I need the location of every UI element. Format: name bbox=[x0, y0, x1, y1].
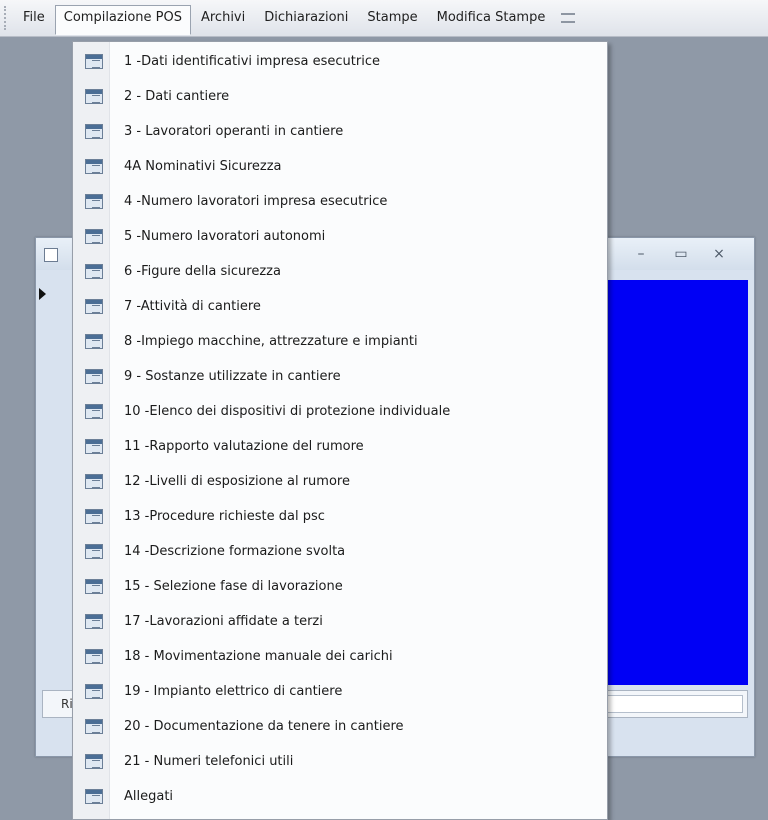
menu-item-lavoratori-operanti[interactable]: 3 - Lavoratori operanti in cantiere bbox=[73, 115, 607, 148]
menu-item-movimentazione-carichi[interactable]: 18 - Movimentazione manuale dei carichi bbox=[73, 640, 607, 673]
form-icon bbox=[85, 649, 103, 664]
menu-item-label: 19 - Impianto elettrico di cantiere bbox=[124, 684, 343, 699]
menu-item-nominativi-sicurezza[interactable]: 4A Nominativi Sicurezza bbox=[73, 150, 607, 183]
menu-archivi[interactable]: Archivi bbox=[192, 5, 254, 31]
menu-item-procedure-psc[interactable]: 13 -Procedure richieste dal psc bbox=[73, 500, 607, 533]
close-icon[interactable]: × bbox=[706, 244, 732, 264]
form-icon bbox=[85, 474, 103, 489]
minimize-icon[interactable]: – bbox=[628, 244, 654, 264]
menu-item-numero-lavoratori-autonomi[interactable]: 5 -Numero lavoratori autonomi bbox=[73, 220, 607, 253]
menu-item-dati-cantiere[interactable]: 2 - Dati cantiere bbox=[73, 80, 607, 113]
menu-item-label: 10 -Elenco dei dispositivi di protezione… bbox=[124, 404, 451, 419]
menu-item-fase-lavorazione[interactable]: 15 - Selezione fase di lavorazione bbox=[73, 570, 607, 603]
blue-content-pane bbox=[596, 280, 748, 685]
menu-item-label: 1 -Dati identificativi impresa esecutric… bbox=[124, 54, 380, 69]
form-icon bbox=[85, 89, 103, 104]
menu-item-formazione[interactable]: 14 -Descrizione formazione svolta bbox=[73, 535, 607, 568]
menu-item-documentazione[interactable]: 20 - Documentazione da tenere in cantier… bbox=[73, 710, 607, 743]
menu-bar: File Compilazione POS Archivi Dichiarazi… bbox=[0, 0, 768, 37]
menu-item-label: 9 - Sostanze utilizzate in cantiere bbox=[124, 369, 341, 384]
record-selector-icon bbox=[39, 288, 46, 300]
menu-stampe[interactable]: Stampe bbox=[358, 5, 426, 31]
menu-file[interactable]: File bbox=[14, 5, 54, 31]
toolbar-grip[interactable] bbox=[4, 6, 14, 30]
menu-item-label: 13 -Procedure richieste dal psc bbox=[124, 509, 325, 524]
menu-item-lavorazioni-terzi[interactable]: 17 -Lavorazioni affidate a terzi bbox=[73, 605, 607, 638]
menu-item-label: 14 -Descrizione formazione svolta bbox=[124, 544, 346, 559]
menu-item-impianto-elettrico[interactable]: 19 - Impianto elettrico di cantiere bbox=[73, 675, 607, 708]
menu-item-label: 4 -Numero lavoratori impresa esecutrice bbox=[124, 194, 388, 209]
form-icon bbox=[85, 159, 103, 174]
menu-item-livelli-rumore[interactable]: 12 -Livelli di esposizione al rumore bbox=[73, 465, 607, 498]
menu-item-label: 6 -Figure della sicurezza bbox=[124, 264, 281, 279]
form-icon bbox=[85, 229, 103, 244]
menu-item-dati-identificativi[interactable]: 1 -Dati identificativi impresa esecutric… bbox=[73, 45, 607, 78]
menu-compilazione-pos[interactable]: Compilazione POS bbox=[54, 5, 191, 35]
menu-item-label: 18 - Movimentazione manuale dei carichi bbox=[124, 649, 393, 664]
form-icon bbox=[85, 544, 103, 559]
menu-item-label: 11 -Rapporto valutazione del rumore bbox=[124, 439, 364, 454]
form-icon bbox=[85, 334, 103, 349]
menu-item-numeri-telefonici[interactable]: 21 - Numeri telefonici utili bbox=[73, 745, 607, 778]
menu-item-dispositivi-protezione[interactable]: 10 -Elenco dei dispositivi di protezione… bbox=[73, 395, 607, 428]
form-icon bbox=[85, 299, 103, 314]
form-icon bbox=[85, 614, 103, 629]
menu-item-label: 7 -Attività di cantiere bbox=[124, 299, 261, 314]
form-icon bbox=[85, 684, 103, 699]
form-icon bbox=[85, 754, 103, 769]
menu-item-label: 4A Nominativi Sicurezza bbox=[124, 159, 282, 174]
menu-overflow-icon[interactable] bbox=[561, 13, 576, 23]
menu-item-label: 20 - Documentazione da tenere in cantier… bbox=[124, 719, 404, 734]
form-icon bbox=[85, 579, 103, 594]
record-label: Ri bbox=[61, 697, 73, 711]
menu-item-label: 2 - Dati cantiere bbox=[124, 89, 230, 104]
record-search-field[interactable] bbox=[593, 695, 743, 713]
menu-item-label: 17 -Lavorazioni affidate a terzi bbox=[124, 614, 323, 629]
maximize-icon[interactable]: ▭ bbox=[668, 244, 694, 264]
form-icon bbox=[44, 248, 58, 262]
menu-item-numero-lavoratori-impresa[interactable]: 4 -Numero lavoratori impresa esecutrice bbox=[73, 185, 607, 218]
form-icon bbox=[85, 404, 103, 419]
menu-item-label: 8 -Impiego macchine, attrezzature e impi… bbox=[124, 334, 418, 349]
form-icon bbox=[85, 509, 103, 524]
form-icon bbox=[85, 369, 103, 384]
menu-item-label: 12 -Livelli di esposizione al rumore bbox=[124, 474, 350, 489]
menu-dichiarazioni[interactable]: Dichiarazioni bbox=[255, 5, 357, 31]
menu-item-label: 21 - Numeri telefonici utili bbox=[124, 754, 294, 769]
menu-item-label: 5 -Numero lavoratori autonomi bbox=[124, 229, 326, 244]
menu-item-label: 3 - Lavoratori operanti in cantiere bbox=[124, 124, 344, 139]
form-icon bbox=[85, 124, 103, 139]
form-icon bbox=[85, 264, 103, 279]
menu-item-rapporto-rumore[interactable]: 11 -Rapporto valutazione del rumore bbox=[73, 430, 607, 463]
menu-item-figure-sicurezza[interactable]: 6 -Figure della sicurezza bbox=[73, 255, 607, 288]
menu-item-sostanze[interactable]: 9 - Sostanze utilizzate in cantiere bbox=[73, 360, 607, 393]
compilazione-pos-dropdown: 1 -Dati identificativi impresa esecutric… bbox=[72, 41, 608, 820]
form-icon bbox=[85, 54, 103, 69]
menu-item-attivita-cantiere[interactable]: 7 -Attività di cantiere bbox=[73, 290, 607, 323]
form-icon bbox=[85, 719, 103, 734]
menu-modifica-stampe[interactable]: Modifica Stampe bbox=[428, 5, 555, 31]
menu-item-allegati[interactable]: Allegati bbox=[73, 780, 607, 813]
form-icon bbox=[85, 194, 103, 209]
menu-item-impiego-macchine[interactable]: 8 -Impiego macchine, attrezzature e impi… bbox=[73, 325, 607, 358]
form-icon bbox=[85, 789, 103, 804]
menu-item-label: Allegati bbox=[124, 789, 174, 804]
form-icon bbox=[85, 439, 103, 454]
menu-item-label: 15 - Selezione fase di lavorazione bbox=[124, 579, 343, 594]
